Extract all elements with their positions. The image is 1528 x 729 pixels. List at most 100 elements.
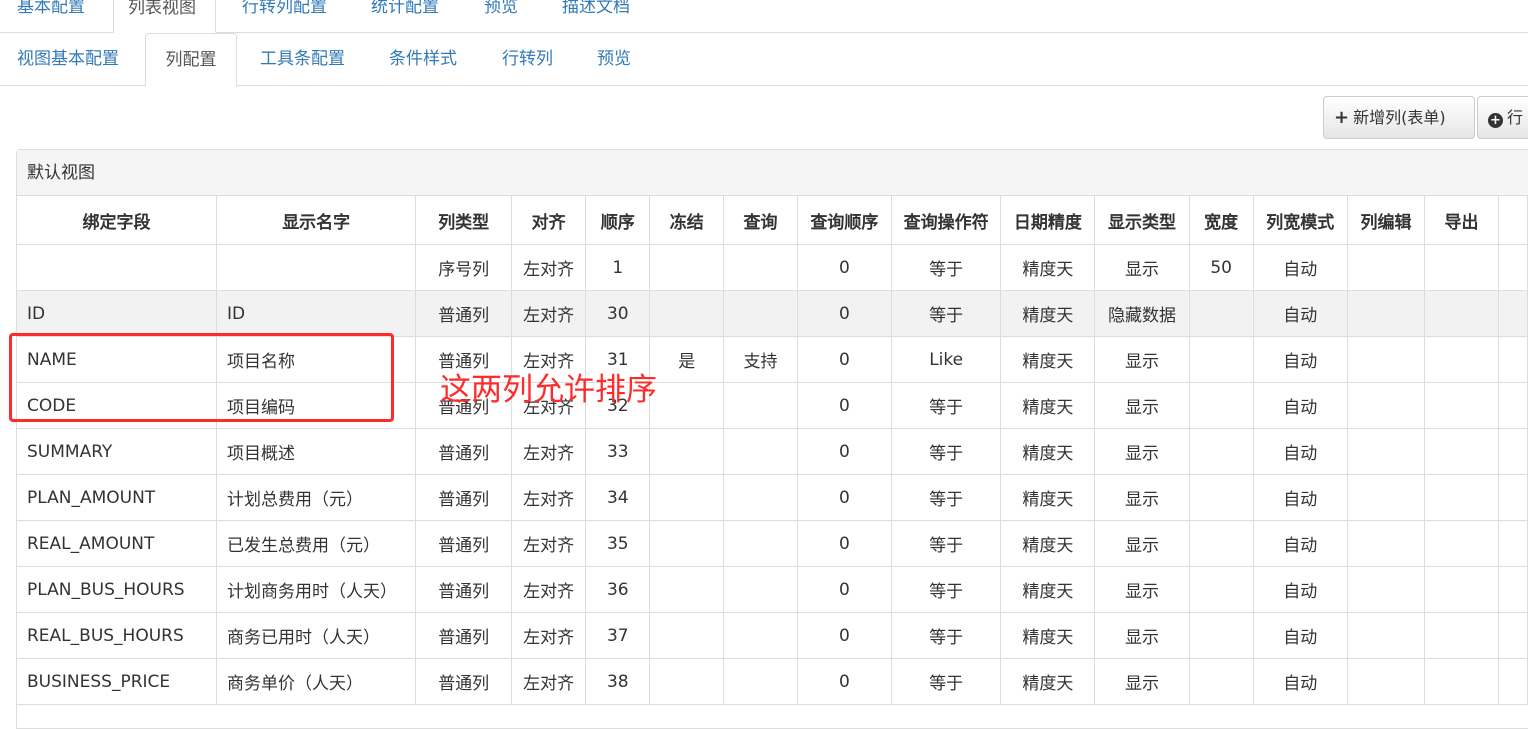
column-config-table: 绑定字段 显示名字 列类型 对齐 顺序 冻结 查询 查询顺序 查询操作符 日期精度 显示类型 宽度 列宽… — [16, 195, 1528, 705]
table-cell — [1188, 290, 1254, 337]
subtab-row-to-col[interactable]: 行转列 — [502, 33, 553, 86]
table-row[interactable]: ID ID 普通列 左对齐 30 0 等于 精度天 隐藏数据 自动 — [16, 290, 1528, 337]
table-row[interactable]: PLAN_AMOUNT 计划总费用（元） 普通列 左对齐 34 0 等于 精度天 显示 自动 — [16, 474, 1528, 521]
column-header: 列编辑 — [1346, 195, 1426, 245]
table-cell — [1346, 474, 1426, 521]
table-cell: 左对齐 — [510, 382, 587, 429]
table-row[interactable]: CODE 项目编码 普通列 左对齐 32 0 等于 精度天 显示 自动 — [16, 382, 1528, 429]
table-cell: 商务单价（人天） — [215, 658, 417, 705]
table-cell — [215, 244, 417, 291]
table-cell: 普通列 — [415, 658, 512, 705]
table-cell — [649, 382, 725, 429]
table-cell: 显示 — [1094, 520, 1190, 567]
table-cell: 左对齐 — [510, 566, 587, 613]
subtab-conditional-style[interactable]: 条件样式 — [389, 33, 457, 86]
subtab-column-config[interactable]: 列配置 — [145, 33, 237, 87]
table-cell: 普通列 — [415, 566, 512, 613]
table-cell: 0 — [796, 244, 893, 291]
table-cell: 等于 — [891, 382, 1002, 429]
table-cell: 左对齐 — [510, 244, 587, 291]
table-cell — [723, 382, 798, 429]
table-cell: 等于 — [891, 474, 1002, 521]
table-cell — [1188, 612, 1254, 659]
table-cell: BUSINESS_PRICE — [16, 658, 217, 705]
table-cell-overflow — [1497, 382, 1528, 429]
tab-preview[interactable]: 预览 — [470, 0, 532, 33]
table-cell — [1188, 336, 1254, 383]
table-row[interactable]: PLAN_BUS_HOURS 计划商务用时（人天） 普通列 左对齐 36 0 等于 精度天 显示… — [16, 566, 1528, 613]
table-cell: 已发生总费用（元） — [215, 520, 417, 567]
table-cell — [1424, 290, 1499, 337]
table-cell: 等于 — [891, 658, 1002, 705]
table-cell: 自动 — [1252, 658, 1348, 705]
add-column-form-button[interactable]: + 新增列(表单) — [1323, 96, 1475, 139]
table-cell — [1188, 382, 1254, 429]
table-cell: 精度天 — [1000, 290, 1096, 337]
panel-title: 默认视图 — [17, 150, 1528, 196]
table-cell: 精度天 — [1000, 244, 1096, 291]
table-cell: 普通列 — [415, 382, 512, 429]
table-cell: 计划商务用时（人天） — [215, 566, 417, 613]
subtab-view-basic-config[interactable]: 视图基本配置 — [17, 33, 119, 86]
table-cell — [1424, 382, 1499, 429]
column-header: 显示名字 — [215, 195, 417, 245]
table-cell: REAL_AMOUNT — [16, 520, 217, 567]
table-row[interactable]: NAME 项目名称 普通列 左对齐 31 是支持 0 Like 精度天 显示 自动 — [16, 336, 1528, 383]
table-cell: ID — [16, 290, 217, 337]
table-cell: 30 — [585, 290, 651, 337]
tab-stat-config[interactable]: 统计配置 — [357, 0, 453, 33]
table-cell — [1346, 244, 1426, 291]
table-cell: 自动 — [1252, 336, 1348, 383]
table-header-row: 绑定字段 显示名字 列类型 对齐 顺序 冻结 查询 查询顺序 查询操作符 日期精度 显示类型 宽度 列宽… — [16, 195, 1528, 245]
table-cell: 左对齐 — [510, 336, 587, 383]
column-header: 宽度 — [1188, 195, 1254, 245]
table-cell: PLAN_BUS_HOURS — [16, 566, 217, 613]
table-cell-overflow — [1497, 612, 1528, 659]
sub-tab-bar: 视图基本配置 列配置 工具条配置 条件样式 行转列 预览 — [0, 33, 1528, 87]
table-cell: 32 — [585, 382, 651, 429]
table-row[interactable]: 序号列 左对齐 1 0 等于 精度天 显示 50 自动 — [16, 244, 1528, 291]
subtab-toolbar-config[interactable]: 工具条配置 — [260, 33, 345, 86]
table-cell: 普通列 — [415, 474, 512, 521]
table-cell: 显示 — [1094, 474, 1190, 521]
subtab-preview[interactable]: 预览 — [597, 33, 631, 86]
table-cell — [649, 566, 725, 613]
plus-icon: + — [1334, 107, 1350, 128]
table-cell: 自动 — [1252, 290, 1348, 337]
tab-basic-config[interactable]: 基本配置 — [3, 0, 99, 33]
table-row[interactable]: SUMMARY 项目概述 普通列 左对齐 33 0 等于 精度天 显示 自动 — [16, 428, 1528, 475]
table-cell — [723, 244, 798, 291]
table-cell: 计划总费用（元） — [215, 474, 417, 521]
table-cell: 自动 — [1252, 520, 1348, 567]
table-cell: 35 — [585, 520, 651, 567]
table-cell — [1346, 336, 1426, 383]
table-cell — [1346, 658, 1426, 705]
table-cell: 0 — [796, 566, 893, 613]
table-cell — [1346, 428, 1426, 475]
table-cell: 自动 — [1252, 566, 1348, 613]
table-cell-overflow — [1497, 658, 1528, 705]
table-cell — [649, 244, 725, 291]
table-cell: 普通列 — [415, 428, 512, 475]
column-header: 对齐 — [510, 195, 587, 245]
tab-list-view[interactable]: 列表视图 — [113, 0, 216, 33]
table-cell: 显示 — [1094, 566, 1190, 613]
tab-row-to-col-config[interactable]: 行转列配置 — [228, 0, 341, 33]
table-cell: 左对齐 — [510, 428, 587, 475]
table-cell — [1188, 428, 1254, 475]
table-cell: SUMMARY — [16, 428, 217, 475]
table-cell: 项目编码 — [215, 382, 417, 429]
table-cell: 等于 — [891, 520, 1002, 567]
table-cell — [1424, 244, 1499, 291]
table-row[interactable]: BUSINESS_PRICE 商务单价（人天） 普通列 左对齐 38 0 等于 精度天 显示 自动 — [16, 658, 1528, 705]
table-cell: PLAN_AMOUNT — [16, 474, 217, 521]
table-cell: Like — [891, 336, 1002, 383]
table-cell: 精度天 — [1000, 612, 1096, 659]
add-row-button[interactable]: + 行 — [1477, 96, 1528, 139]
table-cell — [1424, 612, 1499, 659]
table-row[interactable]: REAL_BUS_HOURS 商务已用时（人天） 普通列 左对齐 37 0 等于 精度天 显示 自… — [16, 612, 1528, 659]
tab-description-doc[interactable]: 描述文档 — [548, 0, 644, 33]
table-cell: 1 — [585, 244, 651, 291]
table-cell — [649, 474, 725, 521]
table-row[interactable]: REAL_AMOUNT 已发生总费用（元） 普通列 左对齐 35 0 等于 精度天 显示 自动 — [16, 520, 1528, 567]
